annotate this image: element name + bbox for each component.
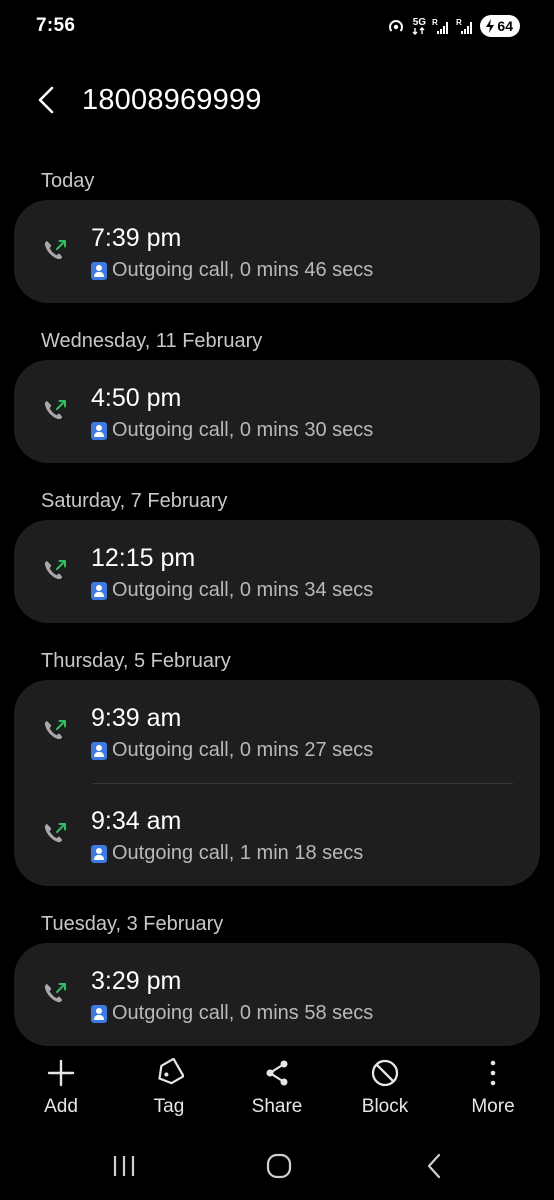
contact-icon xyxy=(91,581,107,600)
contact-icon xyxy=(91,741,107,760)
contact-icon xyxy=(91,844,107,863)
group-date-header: Wednesday, 11 February xyxy=(41,330,263,352)
network-label: 5G xyxy=(412,16,427,28)
status-time: 7:56 xyxy=(36,15,76,36)
recent-apps-icon xyxy=(113,1156,135,1176)
header: 18008969999 xyxy=(0,70,554,130)
call-card: 9:39 am Outgoing call, 0 mins 27 secs 9:34… xyxy=(14,680,540,886)
home-icon xyxy=(266,1153,292,1179)
more-label: More xyxy=(471,1096,515,1117)
call-history-list: Today 7:39 pm Outgoing call, 0 mins 46 sec… xyxy=(0,162,554,1046)
call-time: 4:50 pm xyxy=(91,384,182,412)
outgoing-call-icon xyxy=(42,718,68,744)
call-card: 12:15 pm Outgoing call, 0 mins 34 secs xyxy=(14,520,540,623)
contact-icon xyxy=(91,1004,107,1023)
page-title: 18008969999 xyxy=(82,84,262,116)
outgoing-call-icon xyxy=(42,821,68,847)
call-detail-text: Outgoing call, 0 mins 58 secs xyxy=(112,1002,374,1024)
call-detail: Outgoing call, 0 mins 46 secs xyxy=(91,259,373,282)
call-group: Wednesday, 11 February 4:50 pm Outgoing ca… xyxy=(0,322,554,463)
tag-label: Tag xyxy=(153,1096,185,1117)
signal-2-icon: R xyxy=(456,14,474,38)
back-button[interactable] xyxy=(26,78,66,122)
call-entry[interactable]: 9:39 am Outgoing call, 0 mins 27 secs xyxy=(14,680,540,783)
call-time: 9:39 am xyxy=(91,704,182,732)
call-card: 3:29 pm Outgoing call, 0 mins 58 secs xyxy=(14,943,540,1046)
charging-icon xyxy=(486,19,495,33)
contact-icon xyxy=(91,421,107,440)
battery-level: 64 xyxy=(497,18,513,34)
call-detail: Outgoing call, 0 mins 27 secs xyxy=(91,739,373,762)
outgoing-call-icon xyxy=(42,398,68,424)
call-detail: Outgoing call, 0 mins 30 secs xyxy=(91,419,373,442)
tag-button[interactable]: Tag xyxy=(115,1050,223,1130)
share-label: Share xyxy=(251,1096,303,1117)
call-group: Today 7:39 pm Outgoing call, 0 mins 46 sec… xyxy=(0,162,554,303)
call-entry[interactable]: 12:15 pm Outgoing call, 0 mins 34 secs xyxy=(14,520,540,623)
call-time: 7:39 pm xyxy=(91,224,182,252)
group-date-header: Saturday, 7 February xyxy=(41,490,228,512)
tag-icon xyxy=(152,1056,186,1090)
group-date-header: Today xyxy=(41,170,95,192)
block-button[interactable]: Block xyxy=(331,1050,439,1130)
hotspot-icon xyxy=(386,14,406,38)
call-group: Tuesday, 3 February 3:29 pm Outgoing call,… xyxy=(0,905,554,1046)
outgoing-call-icon xyxy=(42,558,68,584)
recent-apps-button[interactable] xyxy=(104,1150,144,1182)
outgoing-call-icon xyxy=(42,981,68,1007)
nav-back-button[interactable] xyxy=(414,1150,454,1182)
call-entry[interactable]: 3:29 pm Outgoing call, 0 mins 58 secs xyxy=(14,943,540,1046)
call-time: 3:29 pm xyxy=(91,967,182,995)
battery-indicator: 64 xyxy=(480,15,520,37)
svg-text:R: R xyxy=(432,18,438,27)
call-detail-text: Outgoing call, 0 mins 34 secs xyxy=(112,579,374,601)
call-detail: Outgoing call, 0 mins 58 secs xyxy=(91,1002,373,1025)
status-icons: 5G R R 64 xyxy=(386,14,520,38)
block-label: Block xyxy=(361,1096,409,1117)
call-detail: Outgoing call, 1 min 18 secs xyxy=(91,842,363,865)
svg-text:R: R xyxy=(456,18,462,27)
call-card: 4:50 pm Outgoing call, 0 mins 30 secs xyxy=(14,360,540,463)
chevron-left-icon xyxy=(38,86,54,114)
more-button[interactable]: More xyxy=(439,1050,547,1130)
call-group: Saturday, 7 February 12:15 pm Outgoing cal… xyxy=(0,482,554,623)
call-card: 7:39 pm Outgoing call, 0 mins 46 secs xyxy=(14,200,540,303)
call-entry[interactable]: 7:39 pm Outgoing call, 0 mins 46 secs xyxy=(14,200,540,303)
contact-icon xyxy=(91,261,107,280)
call-detail-text: Outgoing call, 0 mins 30 secs xyxy=(112,419,374,441)
call-entry[interactable]: 4:50 pm Outgoing call, 0 mins 30 secs xyxy=(14,360,540,463)
group-date-header: Tuesday, 3 February xyxy=(41,913,224,935)
call-entry[interactable]: 9:34 am Outgoing call, 1 min 18 secs xyxy=(14,783,540,886)
network-5g-icon: 5G xyxy=(412,14,426,38)
system-nav-bar xyxy=(0,1140,554,1192)
call-detail-text: Outgoing call, 0 mins 46 secs xyxy=(112,259,374,281)
call-group: Thursday, 5 February 9:39 am Outgoing call… xyxy=(0,642,554,886)
add-label: Add xyxy=(44,1096,78,1117)
call-time: 12:15 pm xyxy=(91,544,196,572)
add-button[interactable]: Add xyxy=(7,1050,115,1130)
share-button[interactable]: Share xyxy=(223,1050,331,1130)
plus-icon xyxy=(44,1056,78,1090)
more-vertical-icon xyxy=(476,1056,510,1090)
share-icon xyxy=(260,1056,294,1090)
nav-back-icon xyxy=(427,1153,441,1179)
home-button[interactable] xyxy=(259,1150,299,1182)
status-bar: 7:56 5G R R 64 xyxy=(0,0,554,56)
block-icon xyxy=(368,1056,402,1090)
call-detail: Outgoing call, 0 mins 34 secs xyxy=(91,579,373,602)
outgoing-call-icon xyxy=(42,238,68,264)
call-time: 9:34 am xyxy=(91,807,182,835)
call-detail-text: Outgoing call, 1 min 18 secs xyxy=(112,842,364,864)
call-detail-text: Outgoing call, 0 mins 27 secs xyxy=(112,739,374,761)
action-bar: Add Tag Share Block More xyxy=(0,1050,554,1130)
signal-1-icon: R xyxy=(432,14,450,38)
group-date-header: Thursday, 5 February xyxy=(41,650,231,672)
